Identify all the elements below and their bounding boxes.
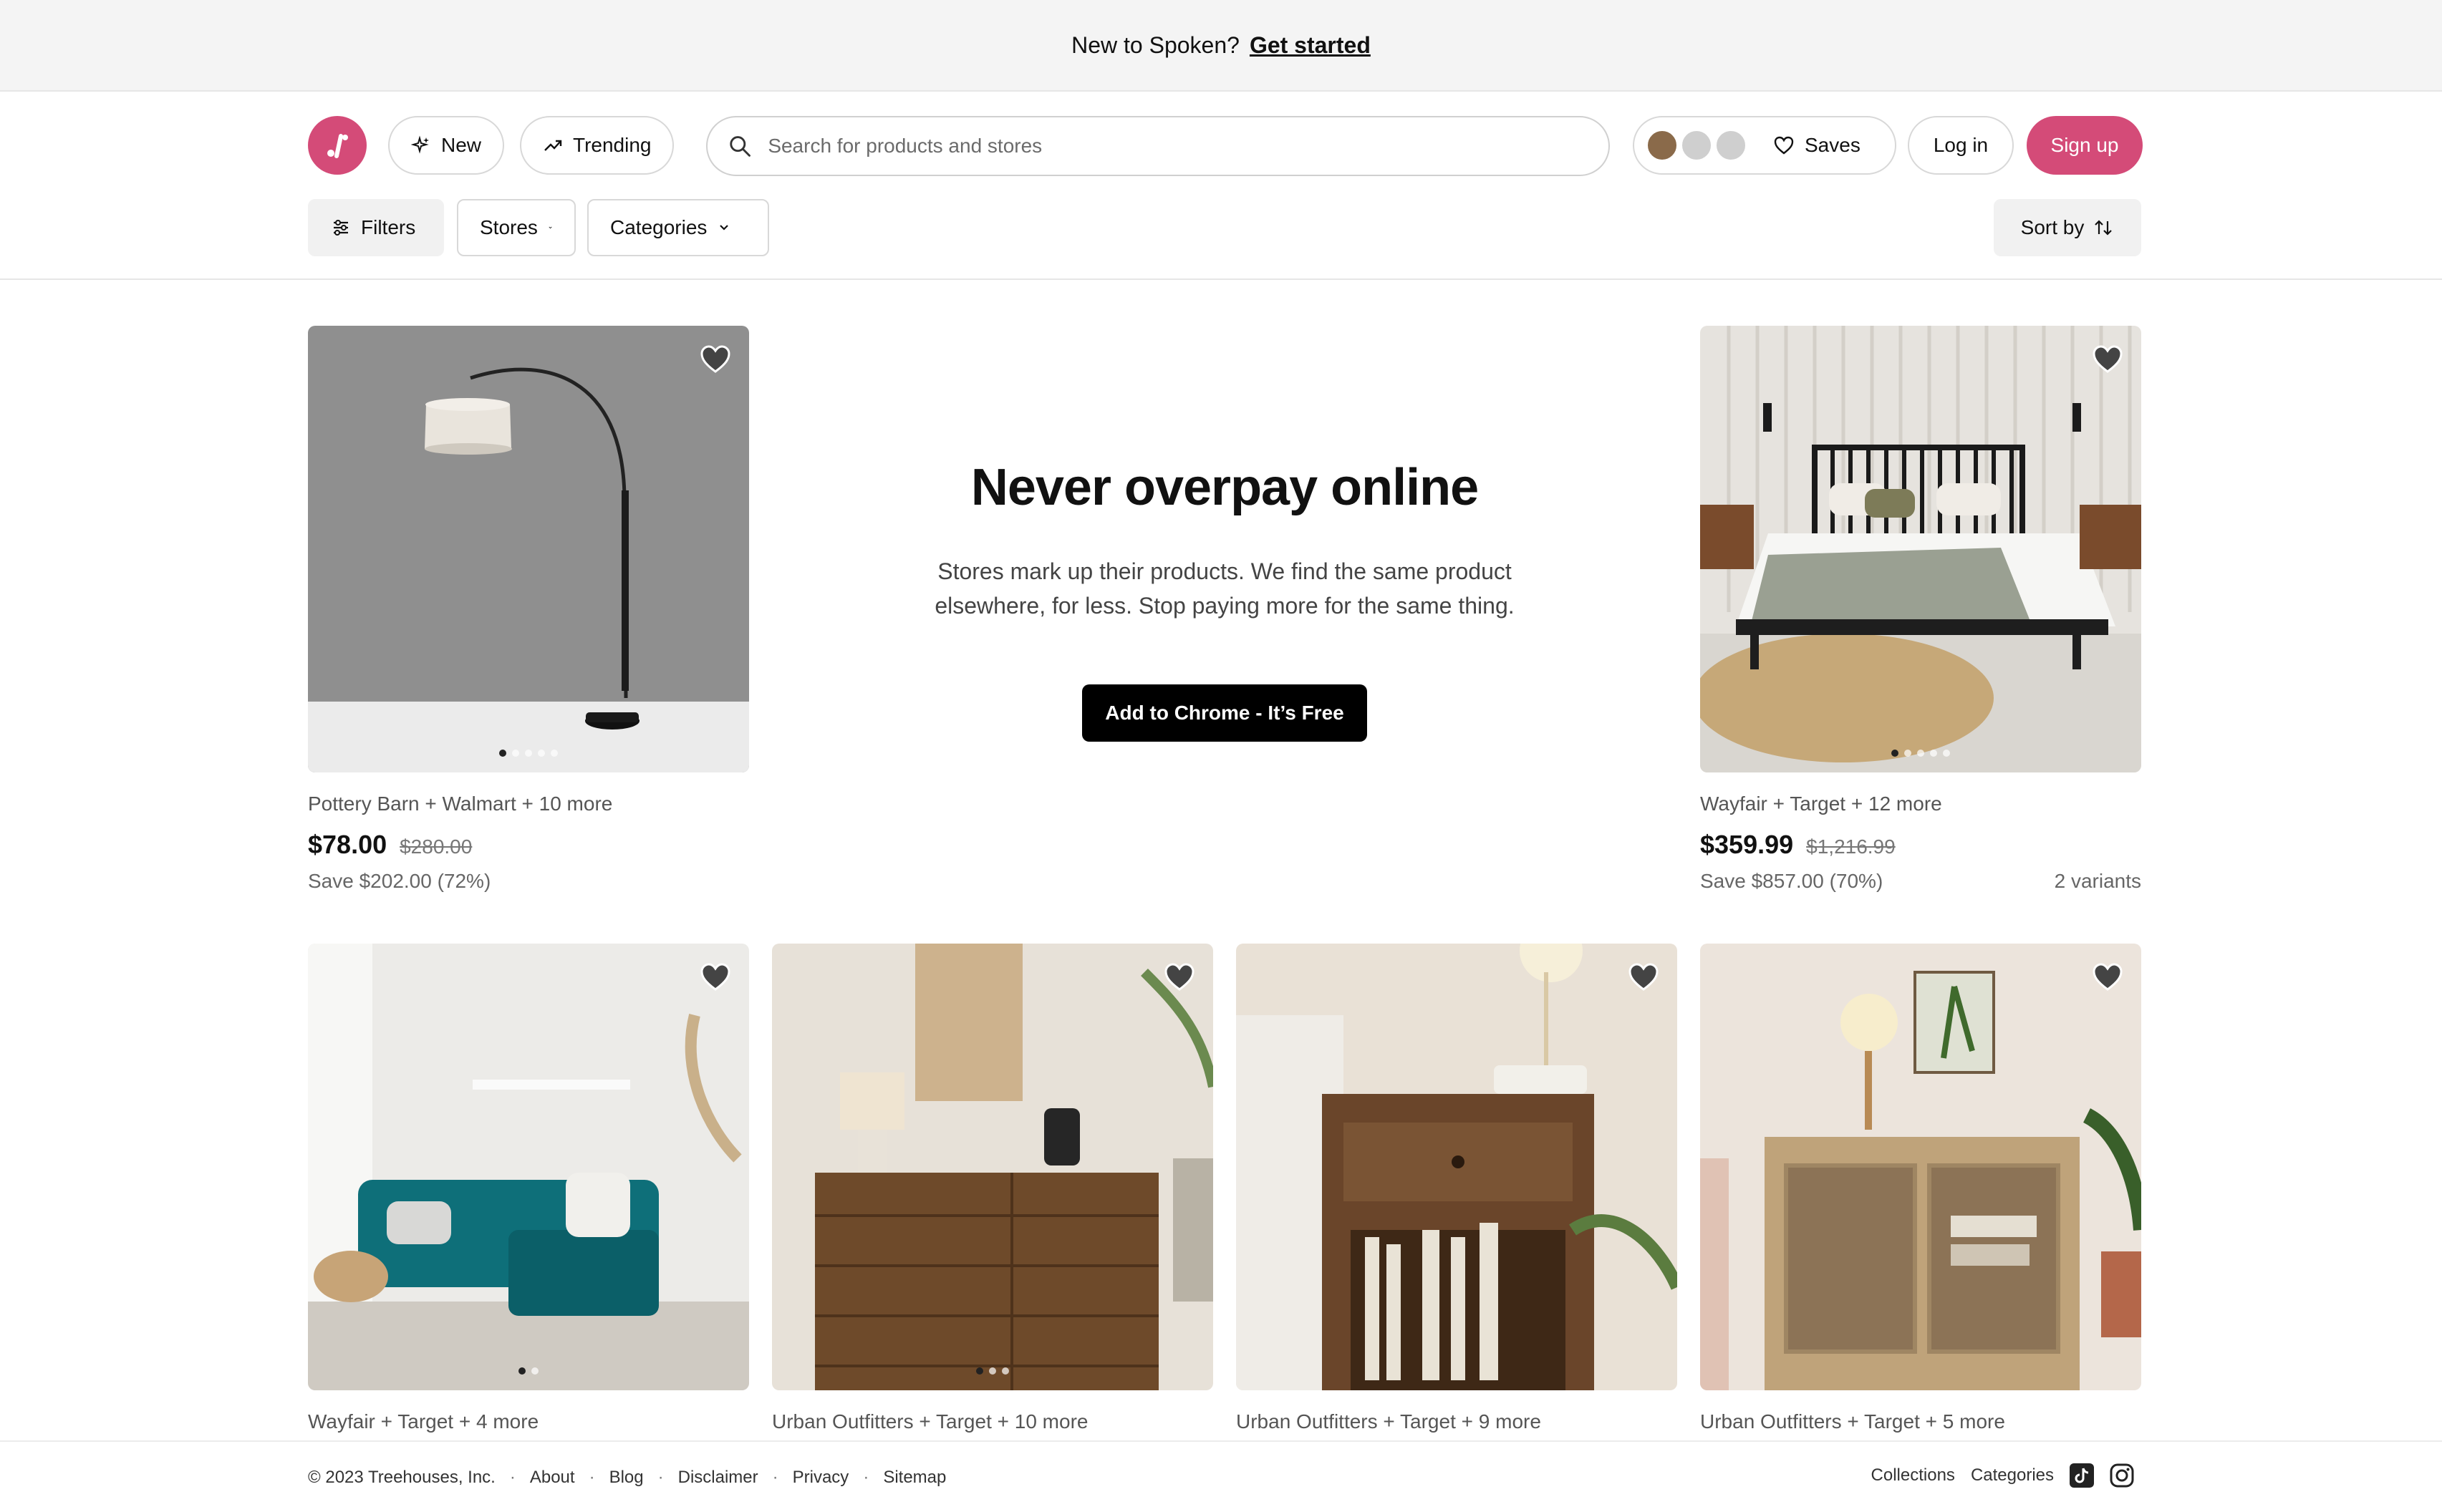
product-card[interactable]: Wayfair + Target + 12 more $359.99 $1,21… — [1700, 326, 2141, 893]
trending-up-icon — [544, 140, 562, 151]
login-button[interactable]: Log in — [1908, 116, 2014, 175]
categories-dropdown[interactable]: Categories — [587, 199, 769, 256]
product-card[interactable]: Pottery Barn + Walmart + 10 more $78.00 … — [308, 326, 749, 893]
chevron-down-icon — [720, 225, 729, 231]
stores-dropdown[interactable]: Stores — [457, 199, 576, 256]
heart-icon[interactable] — [1163, 961, 1196, 994]
promo-title: Never overpay online — [970, 459, 1479, 516]
store-list: Urban Outfitters + Target + 10 more — [772, 1410, 1089, 1433]
product-image-sofa[interactable] — [308, 944, 749, 1390]
footer-link-sitemap[interactable]: Sitemap — [883, 1468, 946, 1488]
avatar — [1714, 129, 1747, 162]
image-pagination[interactable] — [499, 750, 558, 757]
add-to-chrome-button[interactable]: Add to Chrome - It’s Free — [1082, 684, 1367, 742]
store-list: Urban Outfitters + Target + 9 more — [1236, 1410, 1541, 1433]
spoken-logo[interactable] — [308, 116, 367, 175]
original-price: $1,216.99 — [1806, 835, 1896, 858]
footer-link-disclaimer[interactable]: Disclaimer — [678, 1468, 758, 1488]
sort-arrows-icon — [2095, 220, 2113, 236]
cabinet-photo — [1700, 944, 2141, 1390]
footer-link-collections[interactable]: Collections — [1871, 1465, 1955, 1486]
savings-text: Save $857.00 (70%) — [1700, 870, 1883, 892]
heart-icon[interactable] — [1627, 961, 1660, 994]
new-label: New — [441, 134, 482, 156]
signup-button[interactable]: Sign up — [2027, 116, 2143, 175]
product-image-cabinet[interactable] — [1700, 944, 2141, 1390]
avatar — [1646, 129, 1679, 162]
heart-icon[interactable] — [2091, 343, 2124, 376]
original-price: $280.00 — [400, 835, 473, 858]
store-list: Pottery Barn + Walmart + 10 more — [308, 793, 613, 815]
current-price: $78.00 — [308, 830, 387, 859]
variants-text: 2 variants — [2054, 870, 2141, 892]
footer-link-about[interactable]: About — [530, 1468, 575, 1488]
product-image-bed[interactable] — [1700, 326, 2141, 772]
new-button[interactable]: New — [388, 116, 505, 175]
nightstand-photo — [1236, 944, 1677, 1390]
footer-link-privacy[interactable]: Privacy — [793, 1468, 849, 1488]
product-card[interactable]: Urban Outfitters + Target + 5 more — [1700, 944, 2141, 1433]
image-pagination[interactable] — [1891, 750, 1950, 757]
heart-icon[interactable] — [699, 961, 732, 994]
heart-icon — [1774, 136, 1794, 155]
filters-button[interactable]: Filters — [308, 199, 444, 256]
store-list: Wayfair + Target + 12 more — [1700, 793, 1942, 815]
stores-label: Stores — [480, 216, 538, 238]
search-icon — [730, 136, 751, 157]
dresser-photo — [772, 944, 1213, 1390]
instagram-icon[interactable] — [2110, 1463, 2134, 1488]
search-input[interactable] — [768, 135, 1588, 158]
sort-label: Sort by — [2020, 216, 2085, 238]
savings-text: Save $202.00 (72%) — [308, 870, 491, 892]
saves-label: Saves — [1805, 134, 1861, 156]
sliders-icon — [334, 220, 348, 236]
bed-photo — [1700, 326, 2141, 772]
copyright: © 2023 Treehouses, Inc. — [308, 1468, 496, 1487]
floor-lamp-photo — [308, 326, 749, 772]
current-price: $359.99 — [1700, 830, 1794, 859]
trending-button[interactable]: Trending — [520, 116, 675, 175]
avatar — [1680, 129, 1713, 162]
sparkle-icon — [411, 135, 429, 154]
sort-by-button[interactable]: Sort by — [1994, 199, 2141, 256]
header-top-row: New Trending Saves — [308, 116, 2143, 176]
image-pagination[interactable] — [518, 1367, 539, 1375]
heart-icon[interactable] — [699, 343, 732, 376]
saves-button[interactable]: Saves — [1633, 116, 1896, 175]
announcement-text: New to Spoken? — [1071, 32, 1240, 58]
chevron-down-icon — [549, 226, 552, 229]
site-footer: © 2023 Treehouses, Inc. · About · Blog ·… — [0, 1440, 2442, 1512]
filter-row: Filters Stores Categories Sort by — [308, 199, 2141, 256]
filters-label: Filters — [361, 216, 416, 238]
logo-mark-icon — [327, 134, 348, 158]
image-pagination[interactable] — [976, 1367, 1009, 1375]
tiktok-icon[interactable] — [2070, 1463, 2094, 1488]
footer-link-categories[interactable]: Categories — [1971, 1465, 2054, 1486]
sectional-sofa-photo — [308, 944, 749, 1390]
product-card[interactable]: Wayfair + Target + 4 more — [308, 944, 749, 1433]
product-image-nightstand[interactable] — [1236, 944, 1677, 1390]
heart-icon[interactable] — [2091, 961, 2124, 994]
site-header: New Trending Saves — [0, 92, 2442, 280]
categories-label: Categories — [610, 216, 708, 238]
product-image-dresser[interactable] — [772, 944, 1213, 1390]
announcement-bar: New to Spoken? Get started — [0, 0, 2442, 92]
promo-section: Never overpay online Stores mark up thei… — [816, 458, 1633, 742]
product-card[interactable]: Urban Outfitters + Target + 10 more — [772, 944, 1213, 1433]
product-card[interactable]: Urban Outfitters + Target + 9 more — [1236, 944, 1677, 1433]
get-started-link[interactable]: Get started — [1250, 32, 1371, 59]
promo-body: Stores mark up their products. We find t… — [935, 558, 1515, 619]
search-bar[interactable] — [706, 116, 1610, 176]
trending-label: Trending — [573, 134, 652, 156]
store-list: Urban Outfitters + Target + 5 more — [1700, 1410, 2005, 1433]
footer-link-blog[interactable]: Blog — [609, 1468, 644, 1488]
product-image-floor-lamp[interactable] — [308, 326, 749, 772]
store-list: Wayfair + Target + 4 more — [308, 1410, 539, 1433]
